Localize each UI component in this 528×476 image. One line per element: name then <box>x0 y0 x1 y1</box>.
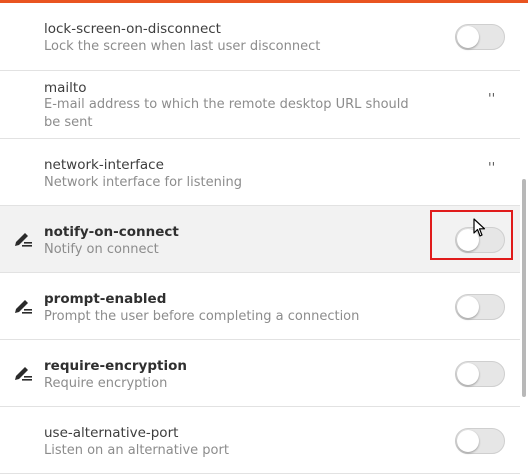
setting-description: Lock the screen when last user disconnec… <box>44 39 321 54</box>
setting-row-network-interface[interactable]: network-interface Network interface for … <box>0 139 520 206</box>
prompt-enabled-toggle[interactable] <box>455 294 505 320</box>
setting-row-lock-screen-on-disconnect[interactable]: lock-screen-on-disconnect Lock the scree… <box>0 3 520 71</box>
toggle-knob <box>457 363 479 385</box>
setting-row-prompt-enabled[interactable]: prompt-enabled Prompt the user before co… <box>0 273 520 340</box>
setting-row-require-encryption[interactable]: require-encryption Require encryption <box>0 340 520 407</box>
scrollbar-thumb[interactable] <box>522 179 526 397</box>
edit-icon <box>15 367 32 381</box>
toggle-knob <box>457 26 479 48</box>
setting-key: prompt-enabled <box>44 291 167 307</box>
require-encryption-toggle[interactable] <box>455 361 505 387</box>
setting-description: E-mail address to which the remote deskt… <box>44 97 409 130</box>
setting-description: Require encryption <box>44 376 168 391</box>
setting-description: Notify on connect <box>44 242 159 257</box>
toggle-knob <box>457 430 479 452</box>
vertical-scrollbar[interactable] <box>520 3 528 476</box>
mouse-pointer-icon <box>473 218 486 237</box>
setting-key: network-interface <box>44 157 164 173</box>
setting-row-use-alternative-port[interactable]: use-alternative-port Listen on an altern… <box>0 407 520 474</box>
setting-row-mailto[interactable]: mailto E-mail address to which the remot… <box>0 71 520 139</box>
setting-key: lock-screen-on-disconnect <box>44 21 221 37</box>
annotation-highlight-box <box>430 210 513 260</box>
setting-value: '' <box>488 161 496 176</box>
setting-key: mailto <box>44 80 87 96</box>
setting-value: '' <box>488 92 496 107</box>
edit-icon <box>15 300 32 314</box>
setting-key: notify-on-connect <box>44 224 179 240</box>
setting-description: Listen on an alternative port <box>44 443 229 458</box>
toggle-knob <box>457 296 479 318</box>
setting-key: use-alternative-port <box>44 425 179 441</box>
setting-key: require-encryption <box>44 358 187 374</box>
setting-description: Network interface for listening <box>44 175 242 190</box>
use-alternative-port-toggle[interactable] <box>455 428 505 454</box>
lock-screen-on-disconnect-toggle[interactable] <box>455 24 505 50</box>
setting-description: Prompt the user before completing a conn… <box>44 309 360 324</box>
edit-icon <box>15 233 32 247</box>
